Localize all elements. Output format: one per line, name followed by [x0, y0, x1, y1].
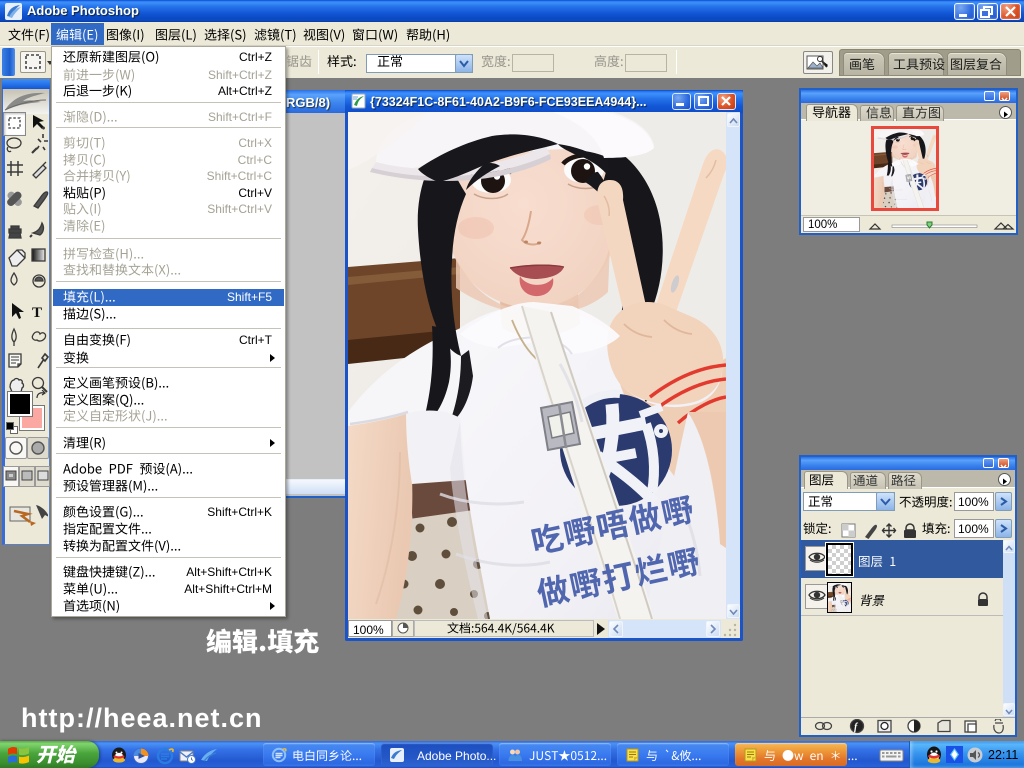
svg-text:T: T	[32, 305, 42, 321]
